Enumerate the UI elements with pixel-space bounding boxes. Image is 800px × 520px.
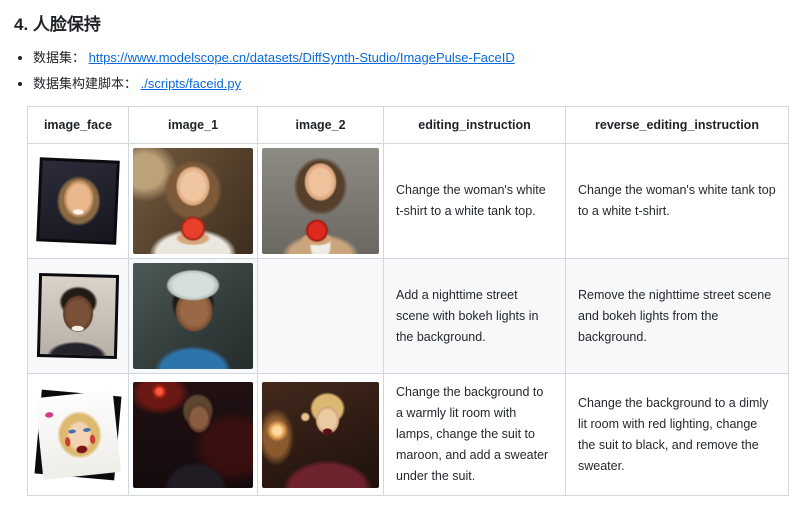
dataset-link[interactable]: https://www.modelscope.cn/datasets/DiffS… [89,50,515,65]
col-header-reverse-editing-instruction: reverse_editing_instruction [566,107,789,144]
table-row: Change the woman's white t-shirt to a wh… [28,144,789,259]
script-link[interactable]: ./scripts/faceid.py [141,76,241,91]
editing-instruction-cell: Add a nighttime street scene with bokeh … [384,259,566,374]
sample-image-1 [133,382,253,488]
reverse-editing-instruction-cell: Remove the nighttime street scene and bo… [566,259,789,374]
script-label: 数据集构建脚本： [33,76,137,91]
face-image [37,273,119,359]
editing-instruction-cell: Change the background to a warmly lit ro… [384,374,566,496]
sample-image-2 [262,382,379,488]
sample-image-2 [262,148,379,254]
face-photo [35,390,121,480]
bullet-list: 数据集： https://www.modelscope.cn/datasets/… [14,47,790,92]
section-heading: 4. 人脸保持 [14,10,790,35]
face-image [37,392,119,478]
sample-image-1 [133,148,253,254]
face-photo [40,276,116,356]
col-header-editing-instruction: editing_instruction [384,107,566,144]
face-photo [39,160,116,241]
face-image [37,158,119,244]
col-header-image-face: image_face [28,107,129,144]
sample-image-1 [133,263,253,369]
editing-instruction-cell: Change the woman's white t-shirt to a wh… [384,144,566,259]
col-header-image-2: image_2 [258,107,384,144]
reverse-editing-instruction-cell: Change the background to a dimly lit roo… [566,374,789,496]
table-row: Change the background to a warmly lit ro… [28,374,789,496]
document-page: 4. 人脸保持 数据集： https://www.modelscope.cn/d… [0,0,800,496]
script-bullet: 数据集构建脚本： ./scripts/faceid.py [33,73,790,92]
header-row: image_face image_1 image_2 editing_instr… [28,107,789,144]
dataset-bullet: 数据集： https://www.modelscope.cn/datasets/… [33,47,790,66]
dataset-preview-table: image_face image_1 image_2 editing_instr… [27,106,789,496]
dataset-label: 数据集： [33,50,85,65]
sample-image-2 [262,263,379,369]
table-row: Add a nighttime street scene with bokeh … [28,259,789,374]
col-header-image-1: image_1 [129,107,258,144]
reverse-editing-instruction-cell: Change the woman's white tank top to a w… [566,144,789,259]
